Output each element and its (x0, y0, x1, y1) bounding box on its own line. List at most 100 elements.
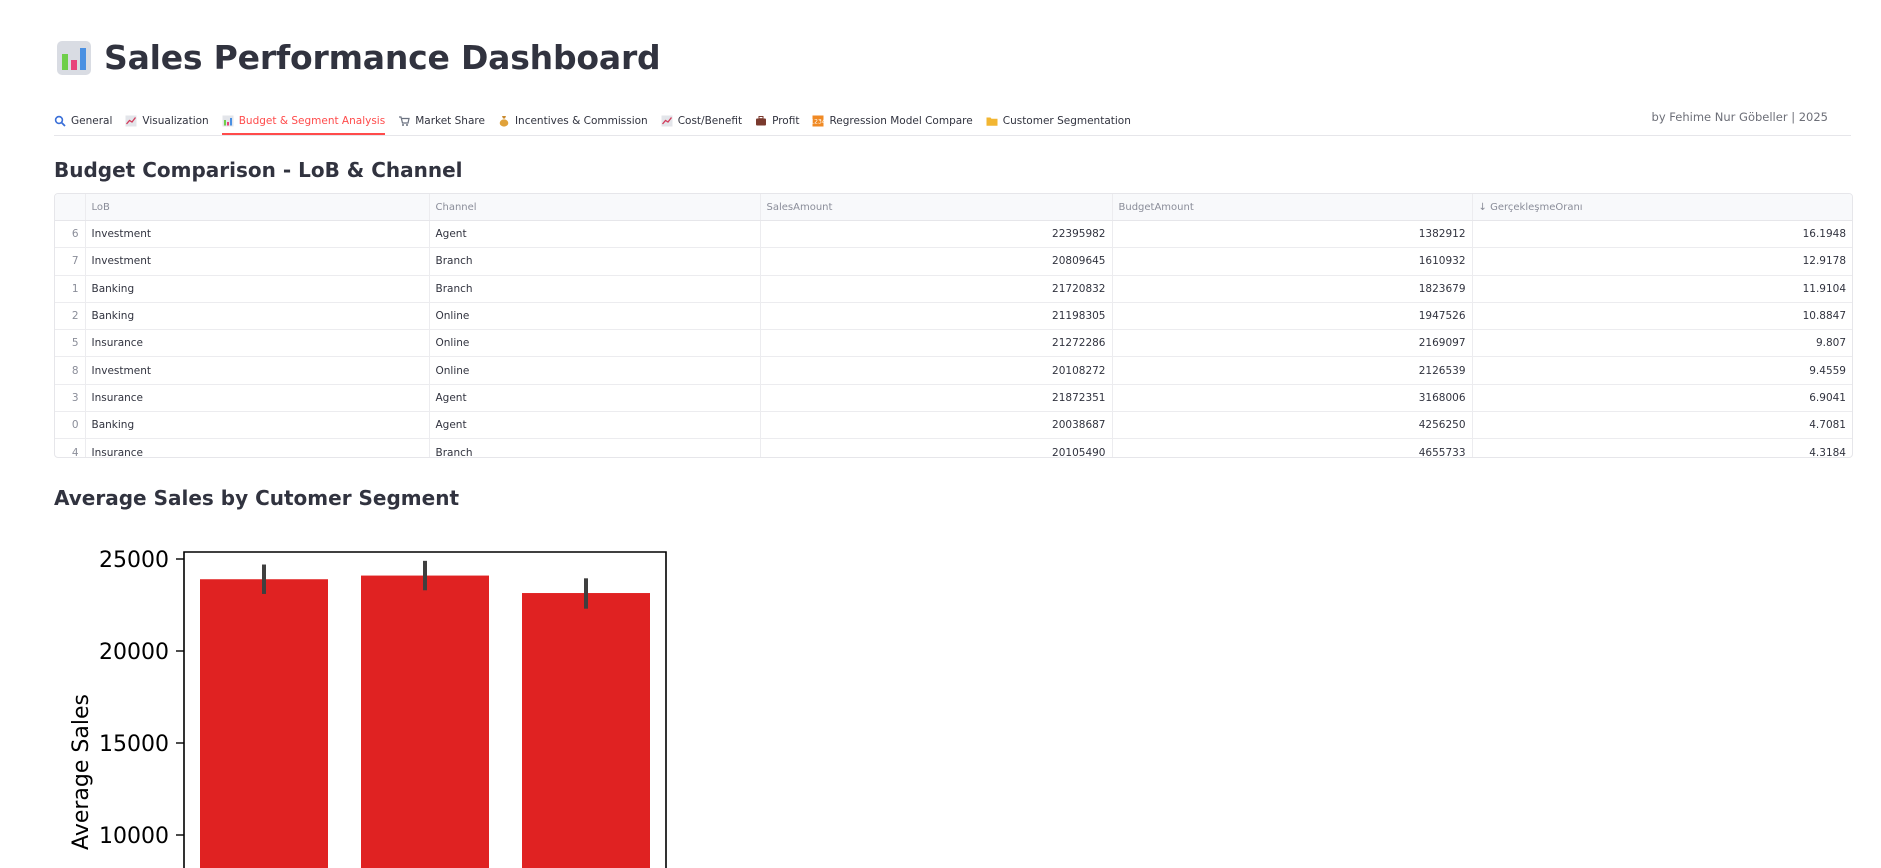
tab-label: Customer Segmentation (1002, 115, 1131, 127)
cell-sales[interactable]: 20108272 (760, 356, 1113, 385)
table-row[interactable]: 4 Insurance Branch 20105490 4655733 4.3184 (55, 438, 1852, 457)
col-header-ratio-label: GerçekleşmeOranı (1490, 201, 1583, 213)
table-row[interactable]: 1 Banking Branch 21720832 1823679 11.9104 (55, 275, 1852, 303)
cell-budget[interactable]: 1382912 (1112, 220, 1473, 249)
cell-sales[interactable]: 21198305 (760, 302, 1113, 331)
cell-budget[interactable]: 4256250 (1112, 411, 1473, 440)
tab-customer-segmentation[interactable]: Customer Segmentation (986, 108, 1131, 134)
cell-lob[interactable]: Banking (85, 302, 430, 331)
cell-budget[interactable]: 2126539 (1112, 356, 1473, 385)
cell-sales[interactable]: 20038687 (760, 411, 1113, 440)
cell-budget[interactable]: 1947526 (1112, 302, 1473, 331)
folder-icon (986, 115, 998, 127)
col-header-sales[interactable]: SalesAmount (760, 194, 1113, 221)
budget-table[interactable]: LoB Channel SalesAmount BudgetAmount ↓ G… (54, 193, 1853, 458)
table-header-row: LoB Channel SalesAmount BudgetAmount ↓ G… (55, 194, 1852, 221)
cell-ratio[interactable]: 10.8847 (1472, 302, 1852, 331)
cell-lob[interactable]: Investment (85, 247, 430, 276)
cell-sales[interactable]: 21872351 (760, 384, 1113, 413)
cell-lob[interactable]: Insurance (85, 384, 430, 413)
segment-heading: Average Sales by Cutomer Segment (54, 486, 460, 510)
cell-channel[interactable]: Agent (429, 384, 761, 413)
col-header-budget[interactable]: BudgetAmount (1112, 194, 1473, 221)
cell-sales[interactable]: 21720832 (760, 275, 1113, 303)
author-credit: by Fehime Nur Göbeller | 2025 (1651, 110, 1828, 124)
cell-idx[interactable]: 5 (55, 329, 86, 358)
table-row[interactable]: 2 Banking Online 21198305 1947526 10.8847 (55, 302, 1852, 331)
cell-ratio[interactable]: 16.1948 (1472, 220, 1852, 249)
cell-lob[interactable]: Banking (85, 275, 430, 303)
tab-label: Market Share (415, 115, 485, 127)
cell-channel[interactable]: Agent (429, 220, 761, 249)
cell-channel[interactable]: Online (429, 356, 761, 385)
cell-sales[interactable]: 20105490 (760, 438, 1113, 457)
cell-sales[interactable]: 20809645 (760, 247, 1113, 276)
tab-regression-model-compare[interactable]: 1234 Regression Model Compare (812, 108, 972, 134)
tab-cost-benefit[interactable]: Cost/Benefit (661, 108, 742, 134)
cell-ratio[interactable]: 6.9041 (1472, 384, 1852, 413)
cell-idx[interactable]: 6 (55, 220, 86, 249)
page: Sales Performance Dashboard General Visua… (0, 0, 1881, 868)
bar-chart-icon (222, 115, 234, 127)
cell-budget[interactable]: 3168006 (1112, 384, 1473, 413)
col-header-lob[interactable]: LoB (85, 194, 430, 221)
cell-ratio[interactable]: 9.4559 (1472, 356, 1852, 385)
cell-channel[interactable]: Agent (429, 411, 761, 440)
cell-lob[interactable]: Investment (85, 356, 430, 385)
cell-budget[interactable]: 1823679 (1112, 275, 1473, 303)
cell-idx[interactable]: 1 (55, 275, 86, 303)
cell-idx[interactable]: 0 (55, 411, 86, 440)
y-tick-label-2: 20000 (99, 640, 169, 665)
tab-visualization[interactable]: Visualization (125, 108, 209, 134)
cell-idx[interactable]: 2 (55, 302, 86, 331)
table-row[interactable]: 6 Investment Agent 22395982 1382912 16.1948 (55, 220, 1852, 249)
cell-sales[interactable]: 21272286 (760, 329, 1113, 358)
cell-ratio[interactable]: 9.807 (1472, 329, 1852, 358)
cell-lob[interactable]: Insurance (85, 438, 430, 457)
cell-lob[interactable]: Banking (85, 411, 430, 440)
table-row[interactable]: 8 Investment Online 20108272 2126539 9.4559 (55, 356, 1852, 385)
cell-ratio[interactable]: 4.7081 (1472, 411, 1852, 440)
cell-channel[interactable]: Branch (429, 438, 761, 457)
y-tick-label-0: 10000 (99, 824, 169, 849)
cell-channel[interactable]: Branch (429, 247, 761, 276)
cell-lob[interactable]: Insurance (85, 329, 430, 358)
tab-label: Profit (772, 115, 800, 127)
cell-budget[interactable]: 1610932 (1112, 247, 1473, 276)
tab-market-share[interactable]: Market Share (398, 108, 485, 134)
cell-ratio[interactable]: 11.9104 (1472, 275, 1852, 303)
col-header-index[interactable] (55, 194, 86, 221)
col-header-channel[interactable]: Channel (429, 194, 761, 221)
cell-idx[interactable]: 8 (55, 356, 86, 385)
cell-channel[interactable]: Branch (429, 275, 761, 303)
cell-channel[interactable]: Online (429, 329, 761, 358)
cell-idx[interactable]: 3 (55, 384, 86, 413)
bar-0 (200, 579, 328, 868)
cell-budget[interactable]: 2169097 (1112, 329, 1473, 358)
tab-profit[interactable]: Profit (755, 108, 799, 134)
y-tick-label-3: 25000 (99, 548, 169, 573)
cell-idx[interactable]: 7 (55, 247, 86, 276)
col-header-ratio[interactable]: ↓ GerçekleşmeOranı (1472, 194, 1852, 221)
y-axis-label: Average Sales (69, 694, 94, 850)
cell-ratio[interactable]: 4.3184 (1472, 439, 1852, 457)
money-bag-icon (498, 115, 510, 127)
tab-label: Cost/Benefit (677, 115, 743, 127)
table-row[interactable]: 7 Investment Branch 20809645 1610932 12.9178 (55, 247, 1852, 276)
table-row[interactable]: 5 Insurance Online 21272286 2169097 9.807 (55, 329, 1852, 358)
tab-general[interactable]: General (54, 108, 112, 134)
numbers-icon: 1234 (812, 115, 824, 127)
cell-sales[interactable]: 22395982 (760, 220, 1113, 249)
cell-channel[interactable]: Online (429, 302, 761, 331)
cell-ratio[interactable]: 12.9178 (1472, 247, 1852, 276)
sort-arrow-icon: ↓ (1478, 201, 1487, 213)
tab-incentives-commission[interactable]: Incentives & Commission (498, 108, 648, 134)
table-row[interactable]: 3 Insurance Agent 21872351 3168006 6.9041 (55, 384, 1852, 413)
title-row: Sales Performance Dashboard (56, 38, 661, 77)
cell-idx[interactable]: 4 (55, 438, 86, 457)
tab-budget-segment-analysis[interactable]: Budget & Segment Analysis (221, 108, 386, 135)
segment-chart: 10000 15000 20000 25000 Average Sales (54, 530, 674, 868)
cell-budget[interactable]: 4655733 (1112, 438, 1473, 457)
cell-lob[interactable]: Investment (85, 220, 430, 249)
table-row[interactable]: 0 Banking Agent 20038687 4256250 4.7081 (55, 411, 1852, 440)
